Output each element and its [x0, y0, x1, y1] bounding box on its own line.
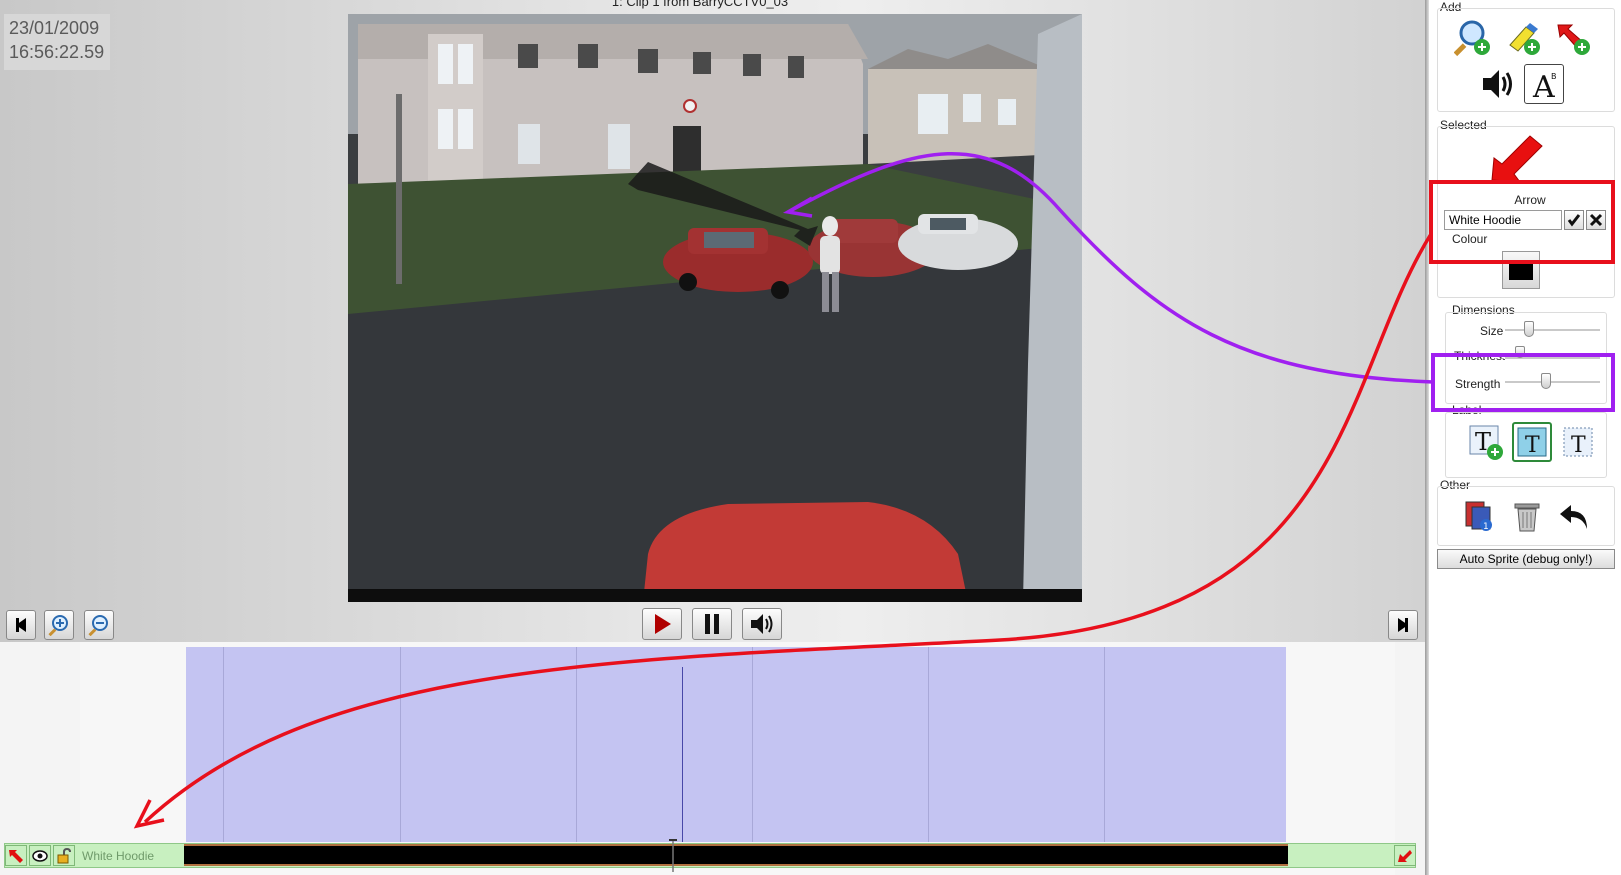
label-style-plain-button[interactable]: T: [1558, 422, 1598, 462]
strength-slider-thumb[interactable]: [1540, 373, 1551, 389]
timeline-gridline: [576, 647, 577, 842]
text-centered-icon: T: [1517, 427, 1547, 458]
timestamp-time: 16:56:22.59: [9, 42, 105, 62]
playhead-marker-icon: [669, 839, 677, 872]
track-lock-toggle[interactable]: [53, 845, 75, 866]
timeline-gridline: [400, 647, 401, 842]
pause-icon: [705, 614, 719, 634]
layers-icon: 1: [1465, 501, 1492, 532]
video-frame[interactable]: [348, 14, 1082, 602]
colour-swatch: [1509, 260, 1533, 280]
clip-title: 1: Clip 1 from BarryCCTV0_03: [611, 0, 789, 9]
undo-arrow-icon: [1560, 505, 1587, 529]
text-frame-icon: AB: [1532, 70, 1557, 101]
svg-text:B: B: [1551, 72, 1557, 81]
magnifier-add-icon: [1454, 20, 1490, 57]
red-arrow-icon: [9, 849, 23, 863]
speaker-icon: [1483, 70, 1512, 98]
zoom-in-button[interactable]: [44, 610, 74, 640]
size-label: Size: [1480, 324, 1504, 338]
highlighter-add-icon: [1509, 23, 1540, 55]
next-arrow-icon: [1398, 618, 1408, 632]
svg-text:T: T: [1525, 433, 1540, 458]
add-highlight-button[interactable]: [1503, 18, 1543, 58]
undo-button[interactable]: [1554, 496, 1594, 536]
track-name: White Hoodie: [82, 849, 155, 863]
annotation-duration-bar[interactable]: [184, 844, 1288, 866]
zoom-out-button[interactable]: [84, 610, 114, 640]
colour-label: Colour: [1452, 232, 1488, 246]
track-end-arrow-button[interactable]: [1394, 845, 1416, 866]
add-label-button[interactable]: T: [1466, 422, 1506, 462]
label-style-center-button[interactable]: T: [1512, 422, 1552, 462]
add-text-button[interactable]: AB: [1524, 64, 1564, 104]
timeline-gridline: [1104, 647, 1105, 842]
add-arrow-button[interactable]: [1553, 18, 1593, 58]
text-plain-icon: T: [1563, 427, 1593, 458]
auto-sprite-button[interactable]: Auto Sprite (debug only!): [1437, 549, 1615, 569]
annotation-time-range[interactable]: [186, 647, 1286, 842]
timeline-gridline: [752, 647, 753, 842]
track-type-button[interactable]: [5, 845, 27, 866]
red-arrow-icon: [1398, 849, 1412, 862]
previous-clip-button[interactable]: [6, 610, 36, 640]
next-clip-button[interactable]: [1388, 610, 1418, 640]
zoom-out-icon: [88, 615, 108, 636]
add-audio-button[interactable]: [1478, 64, 1518, 104]
timeline-gridline: [223, 647, 224, 842]
checkmark-icon: [1567, 214, 1581, 227]
thickness-slider-thumb[interactable]: [1515, 346, 1526, 358]
eye-icon: [32, 849, 48, 862]
strength-slider-track[interactable]: [1505, 381, 1600, 384]
svg-text:T: T: [1571, 433, 1586, 458]
size-slider-thumb[interactable]: [1523, 321, 1534, 337]
volume-button[interactable]: [742, 608, 782, 640]
svg-text:1: 1: [1483, 522, 1489, 532]
delete-button[interactable]: [1507, 496, 1547, 536]
track-visibility-toggle[interactable]: [29, 845, 51, 866]
timestamp-date: 23/01/2009: [9, 18, 100, 38]
clear-name-button[interactable]: [1586, 210, 1606, 230]
previous-arrow-icon: [16, 618, 26, 632]
colour-picker-button[interactable]: [1502, 251, 1540, 289]
arrow-title: Arrow: [1514, 193, 1546, 207]
zoom-in-icon: [48, 615, 68, 636]
strength-label: Strength: [1455, 377, 1501, 391]
text-add-icon: T: [1469, 425, 1503, 460]
play-button[interactable]: [642, 608, 682, 640]
size-slider-track[interactable]: [1505, 329, 1600, 332]
timestamp-overlay: 23/01/2009 16:56:22.59: [4, 14, 110, 70]
trash-icon: [1514, 503, 1540, 532]
red-arrow-add-icon: [1557, 24, 1590, 55]
play-icon: [655, 614, 671, 634]
cctv-frame-image: [348, 14, 1082, 602]
unlocked-padlock-icon: [57, 847, 71, 863]
annotation-name-input[interactable]: [1444, 210, 1562, 230]
selected-arrow-preview-icon: [1491, 135, 1543, 183]
close-icon: [1589, 213, 1603, 227]
confirm-name-button[interactable]: [1564, 210, 1584, 230]
add-zoom-annotation-button[interactable]: [1453, 18, 1493, 58]
layer-order-button[interactable]: 1: [1459, 496, 1499, 536]
pause-button[interactable]: [692, 608, 732, 640]
speaker-icon: [751, 614, 773, 634]
timeline-gridline: [928, 647, 929, 842]
timeline-playhead[interactable]: [682, 667, 683, 842]
thickness-label: Thickness: [1454, 349, 1509, 363]
